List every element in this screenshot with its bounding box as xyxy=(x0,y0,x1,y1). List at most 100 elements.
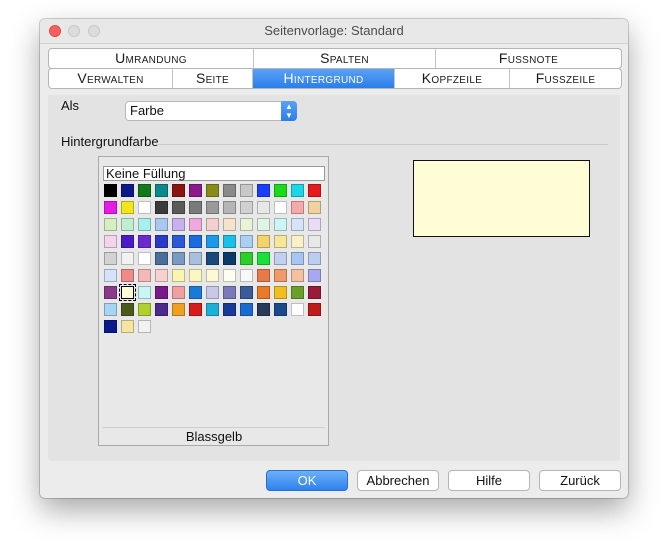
color-swatch[interactable] xyxy=(223,286,236,299)
color-swatch[interactable] xyxy=(206,252,219,265)
color-swatch[interactable] xyxy=(104,252,117,265)
color-swatch[interactable] xyxy=(257,218,270,231)
color-swatch[interactable] xyxy=(223,184,236,197)
color-swatch[interactable] xyxy=(240,235,253,248)
color-swatch[interactable] xyxy=(121,201,134,214)
color-swatch[interactable] xyxy=(172,184,185,197)
cancel-button[interactable]: Abbrechen xyxy=(357,470,439,491)
color-swatch[interactable] xyxy=(274,184,287,197)
color-swatch[interactable] xyxy=(104,320,117,333)
color-swatch[interactable] xyxy=(206,218,219,231)
color-swatch[interactable] xyxy=(155,269,168,282)
color-swatch[interactable] xyxy=(274,269,287,282)
color-swatch[interactable] xyxy=(155,286,168,299)
color-swatch[interactable] xyxy=(138,218,151,231)
color-swatch[interactable] xyxy=(308,252,321,265)
color-swatch[interactable] xyxy=(223,252,236,265)
color-swatch[interactable] xyxy=(274,286,287,299)
color-swatch[interactable] xyxy=(291,252,304,265)
color-swatch[interactable] xyxy=(274,303,287,316)
color-swatch[interactable] xyxy=(240,184,253,197)
color-swatch[interactable] xyxy=(274,218,287,231)
tab-umrandung[interactable]: Umrandung xyxy=(49,49,254,68)
color-swatch[interactable] xyxy=(257,184,270,197)
color-swatch[interactable] xyxy=(138,184,151,197)
color-swatch[interactable] xyxy=(240,201,253,214)
help-button[interactable]: Hilfe xyxy=(448,470,530,491)
color-swatch[interactable] xyxy=(104,201,117,214)
tab-spalten[interactable]: Spalten xyxy=(254,49,436,68)
minimize-window-icon[interactable] xyxy=(68,25,80,37)
color-swatch[interactable] xyxy=(206,269,219,282)
color-swatch[interactable] xyxy=(138,252,151,265)
color-swatch[interactable] xyxy=(155,303,168,316)
back-button[interactable]: Zurück xyxy=(539,470,621,491)
color-swatch[interactable] xyxy=(240,286,253,299)
color-swatch[interactable] xyxy=(206,286,219,299)
color-swatch[interactable] xyxy=(274,201,287,214)
color-swatch[interactable] xyxy=(189,303,202,316)
maximize-window-icon[interactable] xyxy=(88,25,100,37)
color-swatch[interactable] xyxy=(291,235,304,248)
color-swatch[interactable] xyxy=(104,303,117,316)
color-swatch[interactable] xyxy=(291,184,304,197)
color-swatch[interactable] xyxy=(155,218,168,231)
color-swatch[interactable] xyxy=(206,201,219,214)
color-swatch[interactable] xyxy=(138,235,151,248)
color-swatch[interactable] xyxy=(121,184,134,197)
color-swatch[interactable] xyxy=(223,303,236,316)
color-swatch[interactable] xyxy=(274,252,287,265)
color-swatch[interactable] xyxy=(257,252,270,265)
color-swatch[interactable] xyxy=(121,235,134,248)
color-swatch[interactable] xyxy=(308,269,321,282)
color-swatch[interactable] xyxy=(189,286,202,299)
color-swatch[interactable] xyxy=(223,269,236,282)
tab-verwalten[interactable]: Verwalten xyxy=(49,69,173,88)
color-swatch[interactable] xyxy=(138,201,151,214)
color-swatch[interactable] xyxy=(240,252,253,265)
color-swatch[interactable] xyxy=(189,201,202,214)
color-swatch[interactable] xyxy=(155,235,168,248)
color-swatch[interactable] xyxy=(291,269,304,282)
color-swatch[interactable] xyxy=(104,286,117,299)
color-swatch[interactable] xyxy=(155,201,168,214)
tab-hintergrund[interactable]: Hintergrund xyxy=(253,69,395,88)
color-swatch[interactable] xyxy=(172,303,185,316)
fill-type-select[interactable]: Farbe ▲ ▼ xyxy=(125,101,297,121)
color-swatch[interactable] xyxy=(121,252,134,265)
color-swatch[interactable] xyxy=(189,235,202,248)
color-swatch[interactable] xyxy=(257,269,270,282)
color-swatch[interactable] xyxy=(138,269,151,282)
tab-seite[interactable]: Seite xyxy=(173,69,253,88)
color-swatch[interactable] xyxy=(308,201,321,214)
tab-fussnote[interactable]: Fussnote xyxy=(436,49,621,68)
color-swatch[interactable] xyxy=(172,286,185,299)
color-swatch[interactable] xyxy=(104,235,117,248)
color-swatch[interactable] xyxy=(257,235,270,248)
color-swatch[interactable] xyxy=(308,184,321,197)
no-fill-option[interactable]: Keine Füllung xyxy=(103,166,325,181)
color-swatch[interactable] xyxy=(172,235,185,248)
color-swatch[interactable] xyxy=(155,184,168,197)
tab-fusszeile[interactable]: Fusszeile xyxy=(510,69,621,88)
color-swatch[interactable] xyxy=(257,201,270,214)
color-swatch[interactable] xyxy=(104,269,117,282)
color-swatch[interactable] xyxy=(121,303,134,316)
color-swatch[interactable] xyxy=(172,201,185,214)
color-swatch[interactable] xyxy=(189,184,202,197)
color-swatch[interactable] xyxy=(206,184,219,197)
color-swatch[interactable] xyxy=(308,218,321,231)
tab-kopfzeile[interactable]: Kopfzeile xyxy=(395,69,510,88)
color-swatch[interactable] xyxy=(291,303,304,316)
color-swatch[interactable] xyxy=(240,303,253,316)
color-swatch[interactable] xyxy=(206,303,219,316)
close-window-icon[interactable] xyxy=(49,25,61,37)
color-swatch[interactable] xyxy=(223,201,236,214)
color-swatch[interactable] xyxy=(189,269,202,282)
color-swatch[interactable] xyxy=(308,235,321,248)
color-swatch[interactable] xyxy=(138,286,151,299)
color-swatch[interactable] xyxy=(104,184,117,197)
color-swatch[interactable] xyxy=(291,218,304,231)
color-swatch[interactable] xyxy=(172,218,185,231)
color-swatch[interactable] xyxy=(240,218,253,231)
